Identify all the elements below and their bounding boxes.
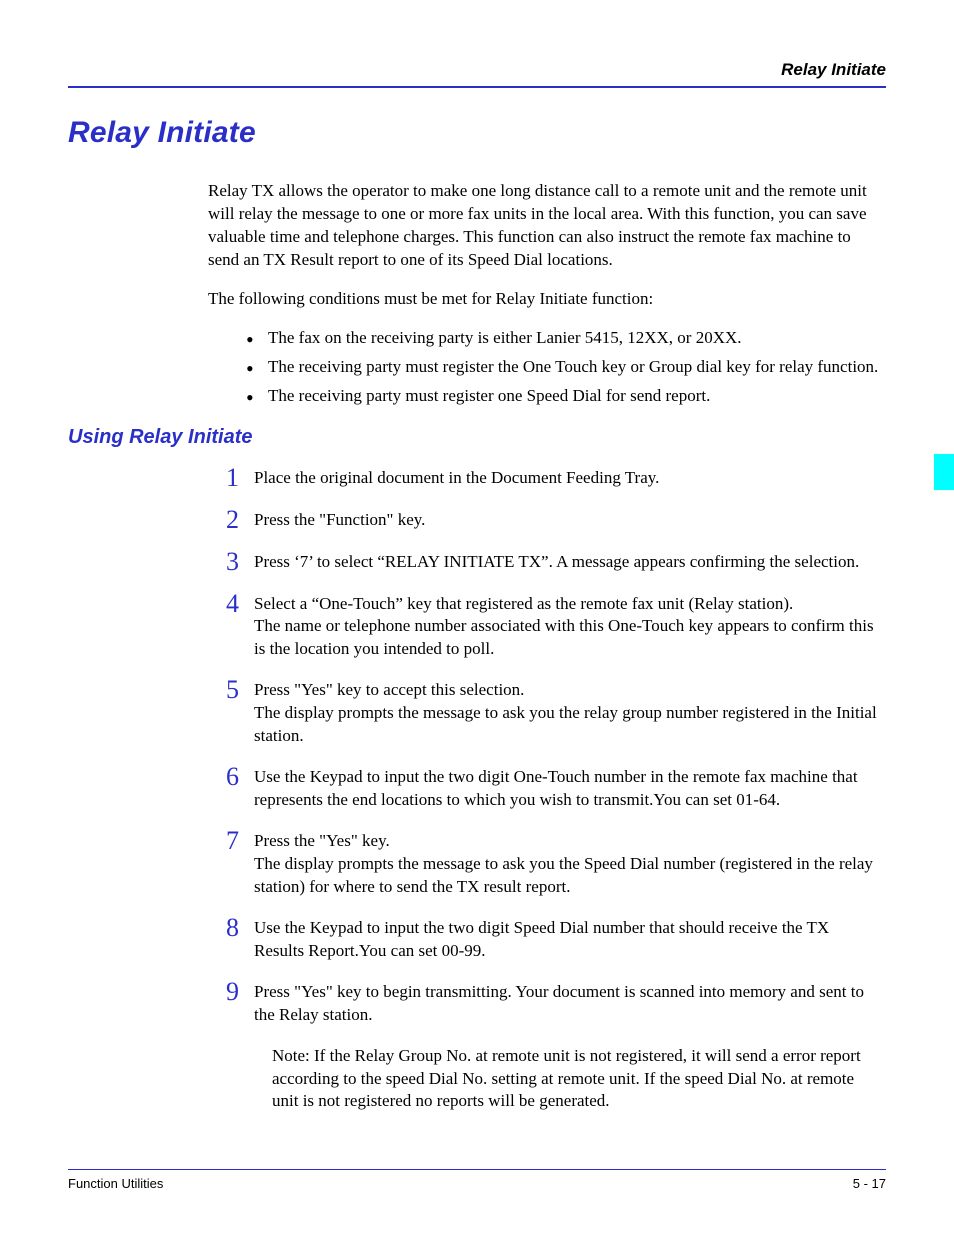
note-text: Note: If the Relay Group No. at remote u… (272, 1045, 882, 1114)
step-item: 3 Press ‘7’ to select “RELAY INITIATE TX… (226, 551, 882, 575)
step-number: 6 (226, 764, 254, 790)
running-head: Relay Initiate (68, 60, 886, 80)
step-text: Press the "Function" key. (254, 509, 425, 532)
step-item: 5 Press "Yes" key to accept this selecti… (226, 679, 882, 748)
step-text: Press "Yes" key to accept this selection… (254, 679, 882, 748)
step-item: 2 Press the "Function" key. (226, 509, 882, 533)
step-text: Select a “One-Touch” key that registered… (254, 593, 882, 662)
condition-item: The receiving party must register one Sp… (246, 385, 882, 408)
heading-1: Relay Initiate (68, 116, 886, 150)
condition-item: The fax on the receiving party is either… (246, 327, 882, 350)
intro-paragraph-2: The following conditions must be met for… (208, 288, 882, 311)
step-number: 4 (226, 591, 254, 617)
step-number: 9 (226, 979, 254, 1005)
step-number: 8 (226, 915, 254, 941)
step-text: Place the original document in the Docum… (254, 467, 659, 490)
steps-list: 1 Place the original document in the Doc… (226, 467, 882, 1114)
step-number: 1 (226, 465, 254, 491)
step-item: 6 Use the Keypad to input the two digit … (226, 766, 882, 812)
conditions-list: The fax on the receiving party is either… (246, 327, 882, 408)
footer-right: 5 - 17 (853, 1176, 886, 1191)
step-item: 9 Press "Yes" key to begin transmitting.… (226, 981, 882, 1027)
top-rule (68, 86, 886, 88)
footer-rule (68, 1169, 886, 1170)
page-footer: Function Utilities 5 - 17 (68, 1169, 886, 1191)
step-item: 4 Select a “One-Touch” key that register… (226, 593, 882, 662)
step-text: Press the "Yes" key.The display prompts … (254, 830, 882, 899)
step-text: Use the Keypad to input the two digit On… (254, 766, 882, 812)
step-number: 3 (226, 549, 254, 575)
condition-item: The receiving party must register the On… (246, 356, 882, 379)
section-tab-marker (934, 454, 954, 490)
step-text: Press ‘7’ to select “RELAY INITIATE TX”.… (254, 551, 859, 574)
step-text: Press "Yes" key to begin transmitting. Y… (254, 981, 882, 1027)
step-item: 8 Use the Keypad to input the two digit … (226, 917, 882, 963)
step-item: 1 Place the original document in the Doc… (226, 467, 882, 491)
intro-block: Relay TX allows the operator to make one… (208, 180, 882, 408)
step-item: 7 Press the "Yes" key.The display prompt… (226, 830, 882, 899)
footer-left: Function Utilities (68, 1176, 163, 1191)
footer-row: Function Utilities 5 - 17 (68, 1176, 886, 1191)
heading-2: Using Relay Initiate (68, 426, 886, 449)
step-number: 5 (226, 677, 254, 703)
intro-paragraph-1: Relay TX allows the operator to make one… (208, 180, 882, 272)
page: Relay Initiate Relay Initiate Relay TX a… (0, 0, 954, 1235)
step-text: Use the Keypad to input the two digit Sp… (254, 917, 882, 963)
step-number: 2 (226, 507, 254, 533)
step-number: 7 (226, 828, 254, 854)
